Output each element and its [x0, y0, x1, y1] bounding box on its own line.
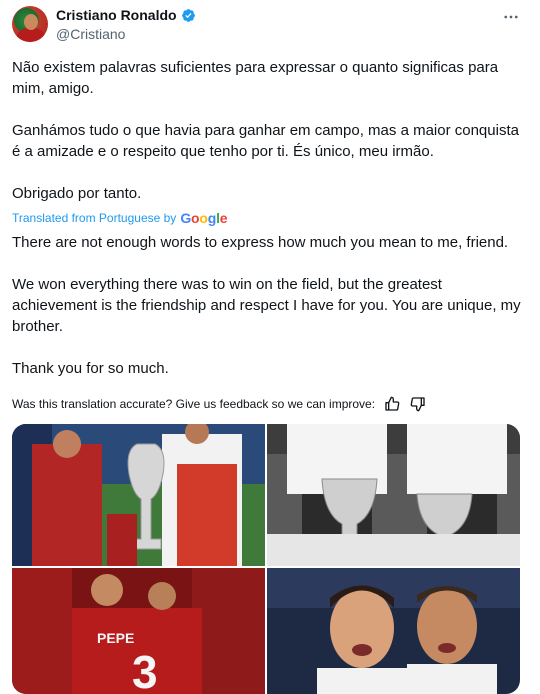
svg-text:PEPE: PEPE: [97, 630, 134, 646]
translation-feedback: Was this translation accurate? Give us f…: [12, 395, 427, 413]
svg-text:3: 3: [132, 646, 158, 694]
translation-label: Translated from Portuguese by: [12, 211, 177, 225]
translation-attribution[interactable]: Translated from Portuguese by Google: [12, 210, 228, 226]
author-display-name[interactable]: Cristiano Ronaldo: [56, 7, 177, 23]
original-paragraph-3: Obrigado por tanto.: [12, 185, 142, 202]
original-paragraph-1: Não existem palavras suficientes para ex…: [12, 59, 499, 97]
verified-badge-icon: [181, 8, 195, 22]
translated-paragraph-3: Thank you for so much.: [12, 360, 169, 377]
original-tweet-text: Não existem palavras suficientes para ex…: [12, 57, 528, 204]
photo-real-madrid-players[interactable]: [267, 568, 520, 694]
author-handle[interactable]: @Cristiano: [56, 26, 125, 42]
avatar[interactable]: [12, 6, 48, 42]
tweet: Cristiano Ronaldo @Cristiano Não existem…: [0, 0, 540, 694]
google-logo: Google: [180, 210, 228, 226]
thumbs-up-icon[interactable]: [383, 395, 401, 413]
translated-paragraph-2: We won everything there was to win on th…: [12, 276, 521, 335]
media-grid: 3 PEPE: [12, 424, 520, 694]
original-paragraph-2: Ganhámos tudo o que havia para ganhar em…: [12, 122, 519, 160]
thumbs-down-icon[interactable]: [409, 395, 427, 413]
feedback-question: Was this translation accurate? Give us f…: [12, 397, 376, 411]
translated-tweet-text: There are not enough words to express ho…: [12, 232, 528, 379]
more-options-icon[interactable]: [502, 8, 520, 31]
photo-euro-trophy[interactable]: [12, 424, 265, 566]
photo-portugal-celebration[interactable]: 3 PEPE: [12, 568, 265, 694]
photo-champions-league-trophies[interactable]: [267, 424, 520, 566]
author-name-row: Cristiano Ronaldo: [56, 7, 196, 23]
translated-paragraph-1: There are not enough words to express ho…: [12, 234, 509, 251]
